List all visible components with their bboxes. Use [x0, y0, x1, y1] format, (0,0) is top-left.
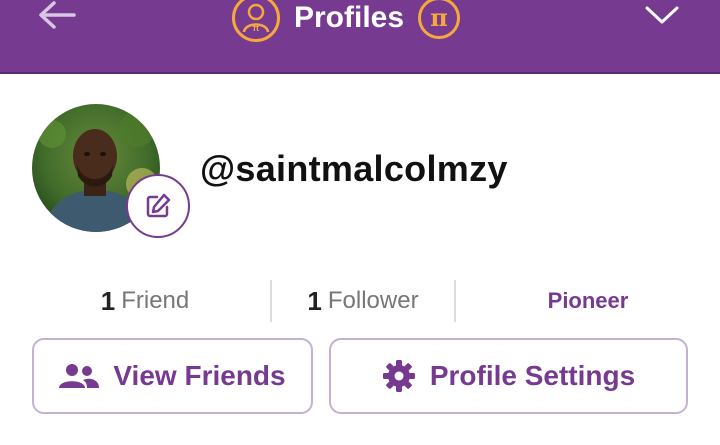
role-stat: Pioneer	[456, 278, 720, 324]
friends-stat[interactable]: 1 Friend	[20, 278, 270, 324]
view-friends-button[interactable]: View Friends	[32, 338, 313, 414]
user-circle-icon[interactable]: π	[232, 0, 280, 42]
profile-settings-label: Profile Settings	[429, 360, 636, 391]
arrow-left-icon[interactable]	[36, 0, 76, 34]
svg-text:π: π	[253, 23, 260, 33]
profile-settings-button[interactable]: Profile Settings	[329, 338, 688, 414]
edit-avatar-button[interactable]	[126, 174, 190, 238]
view-friends-label: View Friends	[113, 360, 286, 391]
top-app-bar: π Profiles π	[0, 0, 720, 74]
username: @saintmalcolmzy	[200, 148, 508, 189]
friends-count: 1	[100, 285, 116, 316]
gear-icon	[382, 360, 415, 392]
edit-pencil-icon	[146, 193, 171, 218]
page-title: Profiles	[294, 1, 405, 34]
followers-label: Follower	[327, 287, 419, 314]
header-title-group: π Profiles π	[232, 0, 461, 44]
chevron-down-icon[interactable]	[644, 2, 680, 28]
users-icon	[59, 364, 100, 388]
profile-stats: 1 Friend 1 Follower Pioneer	[0, 278, 720, 324]
pi-coin-icon[interactable]: π	[418, 0, 461, 39]
followers-stat[interactable]: 1 Follower	[272, 278, 454, 324]
role-badge: Pioneer	[547, 288, 629, 313]
followers-count: 1	[307, 285, 322, 316]
friends-label: Friend	[121, 287, 190, 314]
